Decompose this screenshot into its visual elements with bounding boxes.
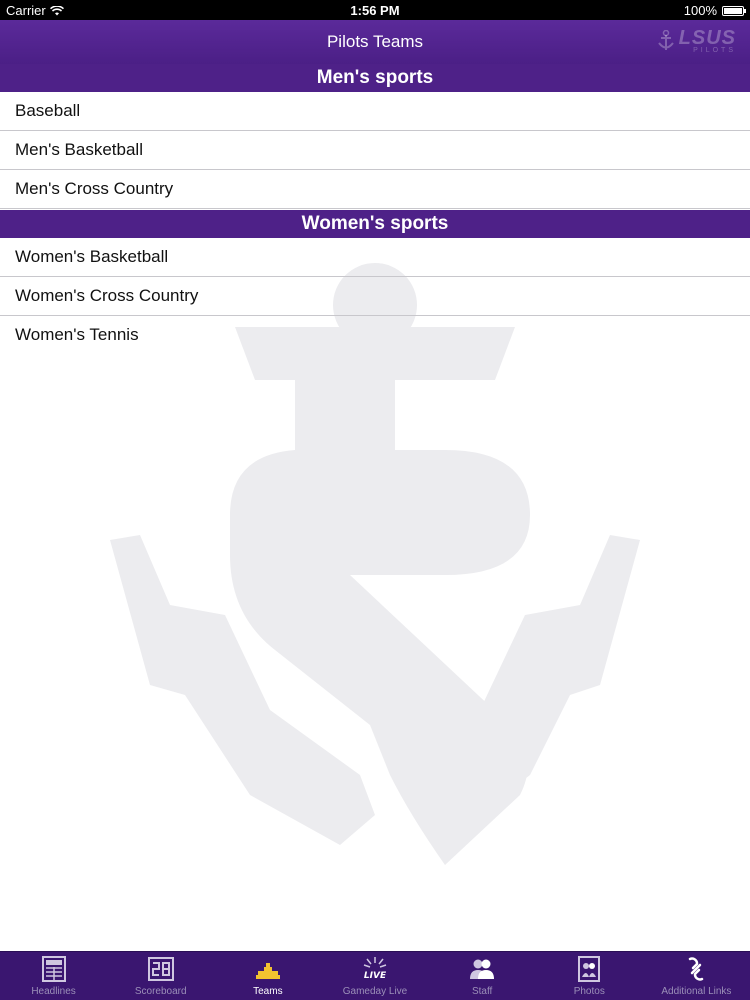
page-title: Pilots Teams: [326, 32, 424, 51]
tab-headlines[interactable]: Headlines: [0, 952, 107, 1000]
team-row-baseball[interactable]: Baseball: [0, 92, 750, 131]
team-row-womens-cross-country[interactable]: Women's Cross Country: [0, 277, 750, 316]
navigation-bar: Pilots Teams LSUS PILOTS: [0, 20, 750, 64]
photos-icon: [578, 956, 601, 982]
newspaper-icon: [41, 956, 66, 982]
lsus-logo: LSUS PILOTS: [640, 26, 736, 56]
live-icon: LIVE: [363, 957, 387, 981]
team-row-womens-basketball[interactable]: Women's Basketball: [0, 238, 750, 277]
tab-label: Scoreboard: [134, 986, 187, 997]
team-row-mens-cross-country[interactable]: Men's Cross Country: [0, 170, 750, 209]
tab-bar: Headlines Scoreboard Teams LIVE Gameday …: [0, 951, 750, 1000]
logo-text: LSUS: [678, 26, 736, 49]
team-label: Baseball: [15, 101, 81, 120]
tab-teams[interactable]: Teams: [214, 952, 321, 1000]
anchor-logo-icon: [657, 30, 674, 50]
tab-label: Teams: [253, 986, 283, 997]
tab-label: Headlines: [31, 986, 76, 997]
tab-gameday-live[interactable]: LIVE Gameday Live: [321, 952, 428, 1000]
team-label: Women's Tennis: [15, 325, 139, 344]
tab-label: Photos: [573, 986, 605, 997]
team-label: Men's Basketball: [15, 140, 143, 159]
team-label: Women's Cross Country: [15, 286, 199, 305]
tab-label: Gameday Live: [342, 986, 408, 997]
tab-additional-links[interactable]: Additional Links: [643, 952, 750, 1000]
status-bar: Carrier 1:56 PM 100%: [0, 0, 750, 20]
team-row-womens-tennis[interactable]: Women's Tennis: [0, 316, 750, 354]
staff-icon: [470, 959, 495, 979]
clock: 1:56 PM: [350, 3, 400, 18]
team-row-mens-basketball[interactable]: Men's Basketball: [0, 131, 750, 170]
team-label: Women's Basketball: [15, 247, 169, 266]
section-header-womens-sports: Women's sports: [0, 210, 750, 238]
teams-icon: [255, 963, 280, 979]
tab-label: Staff: [471, 986, 493, 997]
tab-scoreboard[interactable]: Scoreboard: [107, 952, 214, 1000]
tab-photos[interactable]: Photos: [536, 952, 643, 1000]
tab-label: Additional Links: [661, 986, 732, 997]
battery-icon: [722, 5, 746, 16]
team-label: Men's Cross Country: [15, 179, 174, 198]
scoreboard-icon: [147, 957, 174, 981]
battery-percent: 100%: [683, 3, 717, 18]
svg-text:LIVE: LIVE: [364, 971, 387, 981]
links-icon: [689, 957, 704, 981]
section-header-mens-sports: Men's sports: [0, 64, 750, 92]
tab-staff[interactable]: Staff: [429, 952, 536, 1000]
